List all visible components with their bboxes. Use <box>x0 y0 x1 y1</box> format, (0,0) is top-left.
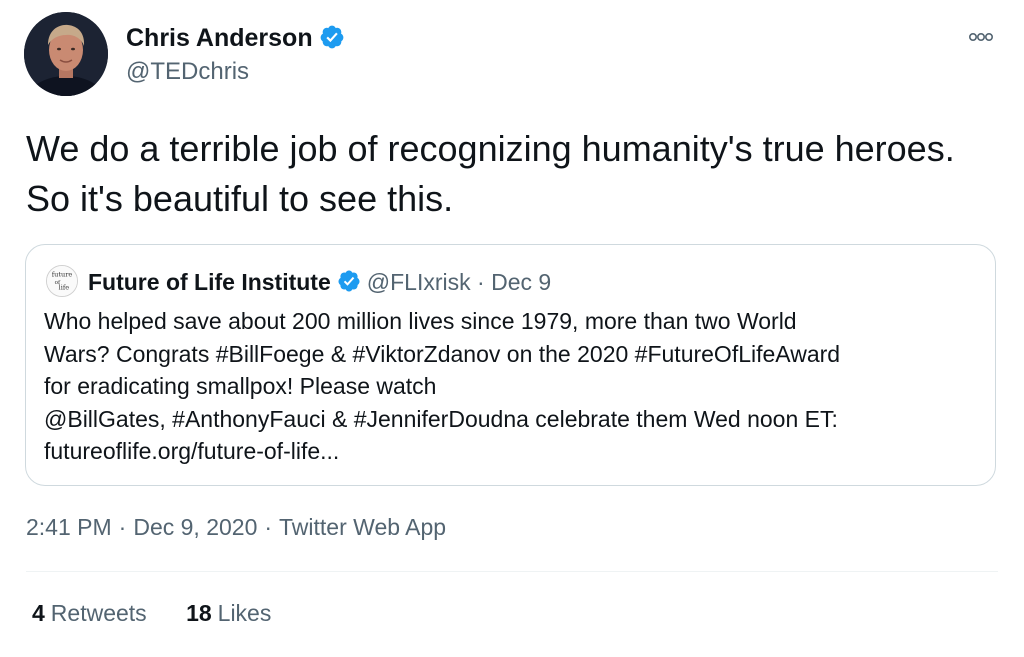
quoted-author-name[interactable]: Future of Life Institute <box>88 269 331 295</box>
metadata-separator: · <box>118 514 127 540</box>
tweet-date[interactable]: Dec 9, 2020 <box>133 514 257 540</box>
quoted-header: Future of Life Institute @FLIxrisk · Dec … <box>88 267 551 297</box>
tweet-text: We do a terrible job of recognizing huma… <box>26 128 955 219</box>
author-photo <box>24 12 108 96</box>
retweets-count: 4 <box>32 600 45 626</box>
tweet-time[interactable]: 2:41 PM <box>26 514 112 540</box>
quoted-date[interactable]: Dec 9 <box>491 269 551 295</box>
quoted-separator: · <box>477 269 485 295</box>
verified-badge-icon <box>338 270 360 292</box>
quoted-author-handle[interactable]: @FLIxrisk <box>367 269 471 295</box>
author-name[interactable]: Chris Anderson <box>126 24 345 53</box>
retweets-stat[interactable]: 4 Retweets <box>32 600 147 627</box>
tweet-card: Chris Anderson @TEDchris We do a terribl… <box>0 0 1024 657</box>
verified-badge-icon <box>320 25 343 49</box>
quoted-text-line: Who helped save about 200 million lives … <box>44 308 797 334</box>
svg-text:future: future <box>52 270 73 278</box>
quoted-tweet[interactable]: future of life Future of Life Institute @… <box>25 244 996 486</box>
more-options-icon <box>969 33 993 42</box>
quoted-text: Who helped save about 200 million lives … <box>44 305 979 468</box>
quoted-text-line: @BillGates, #AnthonyFauci & #JenniferDou… <box>44 405 838 432</box>
more-options-button[interactable] <box>962 24 1000 50</box>
likes-label: Likes <box>217 600 272 626</box>
metadata-separator: · <box>264 514 273 540</box>
likes-count: 18 <box>186 600 212 626</box>
svg-text:life: life <box>59 283 70 291</box>
divider <box>26 571 998 572</box>
quoted-avatar[interactable]: future of life <box>46 265 78 297</box>
likes-stat[interactable]: 18 Likes <box>186 600 271 627</box>
author-handle[interactable]: @TEDchris <box>126 58 249 86</box>
tweet-source[interactable]: Twitter Web App <box>279 514 446 540</box>
quoted-text-line: Wars? Congrats #BillFoege & #ViktorZdano… <box>44 340 841 367</box>
quoted-text-line: futureoflife.org/future-of-life... <box>44 438 340 464</box>
fli-logo-icon: future of life <box>47 266 77 296</box>
author-avatar[interactable] <box>24 12 108 96</box>
quoted-text-line: for eradicating smallpox! Please watch <box>44 373 437 399</box>
tweet-metadata: 2:41 PM · Dec 9, 2020 · Twitter Web App <box>26 514 446 541</box>
engagement-stats: 4 Retweets 18 Likes <box>32 600 271 627</box>
author-name-text: Chris Anderson <box>126 24 313 52</box>
retweets-label: Retweets <box>50 600 147 626</box>
